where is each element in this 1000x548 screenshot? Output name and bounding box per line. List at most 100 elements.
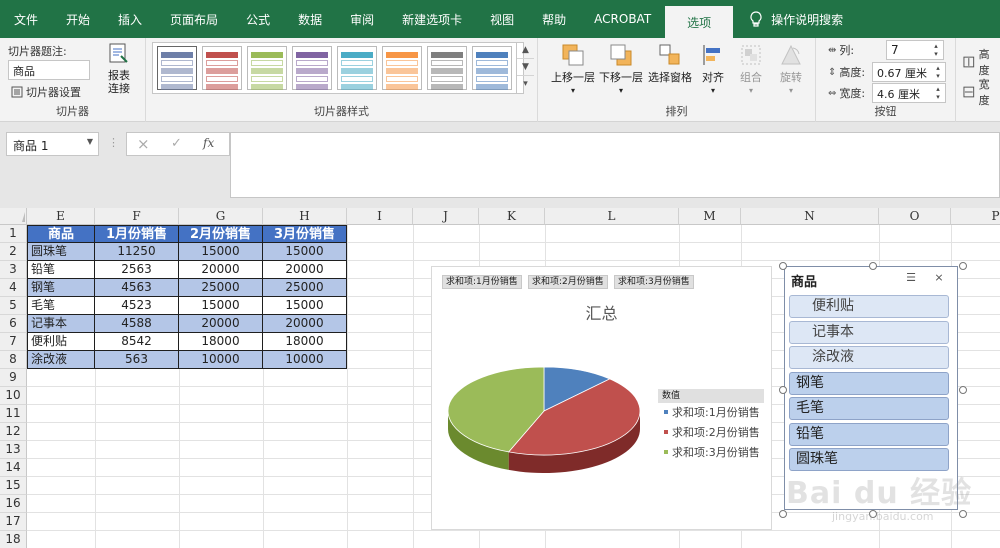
table-cell[interactable]: 2563: [95, 261, 179, 279]
row-header-14[interactable]: 14: [0, 459, 27, 477]
size-height-row[interactable]: 高度: [962, 46, 1000, 78]
columns-input[interactable]: 7 ▴ ▾: [886, 40, 944, 60]
slicer-settings-button[interactable]: 切片器设置: [11, 84, 81, 100]
slicer-caption-input[interactable]: 商品: [8, 60, 90, 80]
columns-spinner[interactable]: ▴ ▾: [931, 42, 941, 58]
tab-new-tab[interactable]: 新建选项卡: [388, 0, 476, 38]
resize-handle[interactable]: [959, 262, 967, 270]
column-header-i[interactable]: I: [347, 208, 413, 225]
row-header-8[interactable]: 8: [0, 351, 27, 369]
table-cell[interactable]: 11250: [95, 243, 179, 261]
slicer-style-swatch[interactable]: [157, 46, 197, 90]
column-header-k[interactable]: K: [479, 208, 545, 225]
slicer-style-swatch[interactable]: [382, 46, 422, 90]
table-cell[interactable]: 18000: [179, 333, 263, 351]
resize-handle[interactable]: [779, 386, 787, 394]
tell-me-search[interactable]: 操作说明搜索: [733, 0, 843, 38]
row-header-11[interactable]: 11: [0, 405, 27, 423]
slicer-item[interactable]: 钢笔: [789, 371, 949, 395]
row-header-9[interactable]: 9: [0, 369, 27, 387]
row-header-17[interactable]: 17: [0, 513, 27, 531]
column-header-f[interactable]: F: [95, 208, 179, 225]
name-box[interactable]: 商品 1 ▼: [6, 132, 99, 156]
slicer-item[interactable]: 涂改液: [789, 346, 949, 369]
legend-entry[interactable]: 求和项:3月份销售: [658, 443, 764, 463]
group-button[interactable]: 组合 ▾: [734, 42, 768, 97]
chart-title[interactable]: 汇总: [432, 300, 771, 324]
slicer-style-swatch[interactable]: [247, 46, 287, 90]
send-backward-button[interactable]: 下移一层 ▾: [596, 42, 646, 97]
gallery-up-icon[interactable]: ▲: [517, 42, 534, 59]
tab-page-layout[interactable]: 页面布局: [156, 0, 232, 38]
table-cell[interactable]: 4563: [95, 279, 179, 297]
formula-input[interactable]: [230, 132, 1000, 198]
report-connections-button[interactable]: 报表 连接: [100, 42, 138, 95]
enter-icon[interactable]: ✓: [171, 136, 182, 151]
chart-legend[interactable]: 数值 求和项:1月份销售 求和项:2月份销售 求和项:3月份销售: [658, 389, 764, 463]
select-all-corner[interactable]: [0, 208, 27, 225]
name-box-dropdown-icon[interactable]: ▼: [87, 137, 93, 146]
rotate-button[interactable]: 旋转 ▾: [774, 42, 808, 97]
table-cell[interactable]: 铅笔: [27, 261, 95, 279]
row-header-13[interactable]: 13: [0, 441, 27, 459]
button-width-spinner[interactable]: ▴ ▾: [933, 85, 943, 101]
row-header-4[interactable]: 4: [0, 279, 27, 297]
slicer-style-swatch[interactable]: [427, 46, 467, 90]
row-header-10[interactable]: 10: [0, 387, 27, 405]
table-cell[interactable]: 15000: [179, 297, 263, 315]
slicer-item[interactable]: 记事本: [789, 320, 949, 344]
table-cell[interactable]: 15000: [263, 297, 347, 315]
gallery-down-icon[interactable]: ▼: [517, 59, 534, 76]
align-button[interactable]: 对齐 ▾: [696, 42, 730, 97]
chart-field-button-1[interactable]: 求和项:1月份销售: [442, 275, 522, 289]
row-header-7[interactable]: 7: [0, 333, 27, 351]
slicer-style-swatch[interactable]: [472, 46, 512, 90]
tab-data[interactable]: 数据: [284, 0, 336, 38]
button-height-input[interactable]: 0.67 厘米 ▴ ▾: [872, 62, 946, 82]
table-cell[interactable]: 18000: [263, 333, 347, 351]
table-header-cell[interactable]: 3月份销售: [263, 225, 347, 243]
column-header-h[interactable]: H: [263, 208, 347, 225]
row-header-5[interactable]: 5: [0, 297, 27, 315]
table-cell[interactable]: 20000: [179, 261, 263, 279]
row-header-12[interactable]: 12: [0, 423, 27, 441]
table-cell[interactable]: 钢笔: [27, 279, 95, 297]
column-header-g[interactable]: G: [179, 208, 263, 225]
table-cell[interactable]: 20000: [179, 315, 263, 333]
selection-pane-button[interactable]: 选择窗格: [646, 42, 694, 84]
slicer-item[interactable]: 毛笔: [789, 397, 949, 420]
slicer-style-swatch[interactable]: [292, 46, 332, 90]
chart-field-button-3[interactable]: 求和项:3月份销售: [614, 275, 694, 289]
table-cell[interactable]: 便利贴: [27, 333, 95, 351]
legend-entry[interactable]: 求和项:1月份销售: [658, 403, 764, 423]
tab-help[interactable]: 帮助: [528, 0, 580, 38]
table-cell[interactable]: 563: [95, 351, 179, 369]
tab-formulas[interactable]: 公式: [232, 0, 284, 38]
slicer-style-swatch[interactable]: [202, 46, 242, 90]
resize-handle[interactable]: [959, 386, 967, 394]
row-header-18[interactable]: 18: [0, 531, 27, 548]
table-cell[interactable]: 记事本: [27, 315, 95, 333]
cancel-icon[interactable]: ×: [137, 135, 150, 153]
column-header-m[interactable]: M: [679, 208, 741, 225]
tab-view[interactable]: 视图: [476, 0, 528, 38]
resize-handle[interactable]: [779, 262, 787, 270]
button-width-input[interactable]: 4.6 厘米 ▴ ▾: [872, 83, 946, 103]
row-header-15[interactable]: 15: [0, 477, 27, 495]
tab-options[interactable]: 选项: [665, 6, 734, 38]
table-cell[interactable]: 毛笔: [27, 297, 95, 315]
slicer-item[interactable]: 铅笔: [789, 422, 949, 446]
table-cell[interactable]: 25000: [263, 279, 347, 297]
clear-filter-icon[interactable]: ⨯: [931, 270, 947, 286]
table-header-cell[interactable]: 1月份销售: [95, 225, 179, 243]
tab-insert[interactable]: 插入: [104, 0, 156, 38]
table-cell[interactable]: 10000: [263, 351, 347, 369]
row-header-1[interactable]: 1: [0, 225, 27, 243]
resize-handle[interactable]: [869, 262, 877, 270]
row-header-16[interactable]: 16: [0, 495, 27, 513]
column-header-n[interactable]: N: [741, 208, 879, 225]
slicer-style-swatch[interactable]: [337, 46, 377, 90]
table-cell[interactable]: 25000: [179, 279, 263, 297]
table-header-cell[interactable]: 商品: [27, 225, 95, 243]
table-cell[interactable]: 4588: [95, 315, 179, 333]
